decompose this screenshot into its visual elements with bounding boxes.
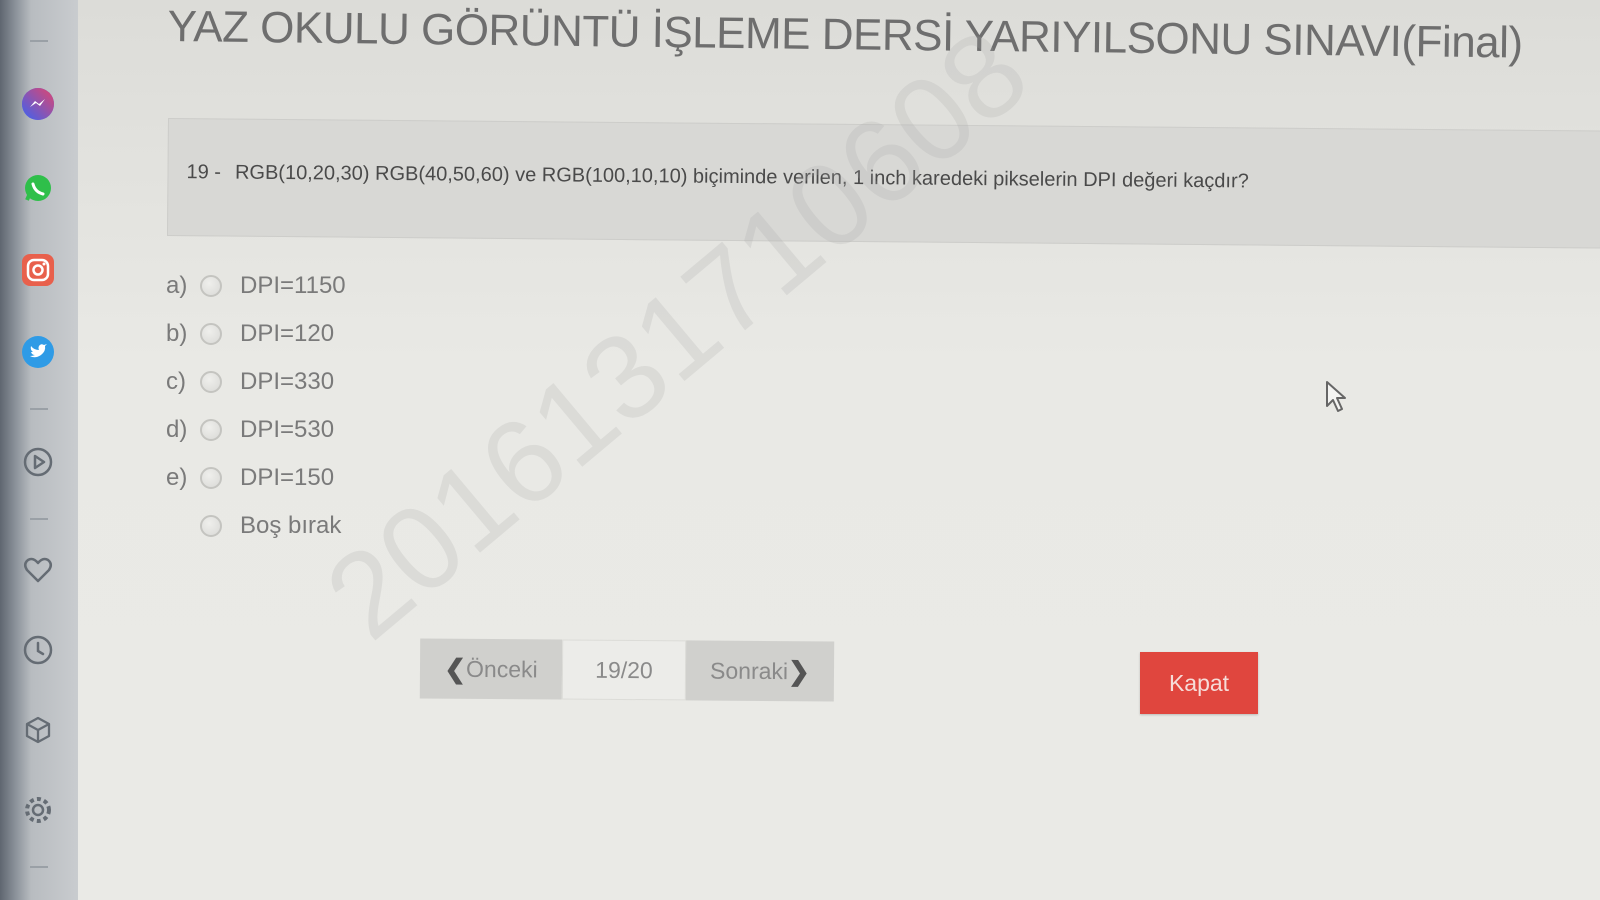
dock-separator xyxy=(30,408,48,410)
option-radio[interactable] xyxy=(200,419,222,441)
chevron-left-icon: ❮ xyxy=(444,653,467,684)
option-radio[interactable] xyxy=(200,323,222,345)
option-radio[interactable] xyxy=(200,275,222,297)
student-id-watermark: 2016131710608 xyxy=(301,3,1053,665)
twitter-icon[interactable] xyxy=(20,334,56,370)
previous-label: Önceki xyxy=(466,655,538,682)
cube-icon[interactable] xyxy=(20,712,56,748)
whatsapp-icon[interactable] xyxy=(20,170,56,206)
chevron-right-icon: ❯ xyxy=(787,655,810,686)
option-a[interactable]: a) DPI=1150 xyxy=(166,262,346,310)
option-leave-blank[interactable]: Boş bırak xyxy=(166,502,346,550)
option-radio[interactable] xyxy=(200,467,222,489)
question-text: RGB(10,20,30) RGB(40,50,60) ve RGB(100,1… xyxy=(234,161,1249,193)
option-radio[interactable] xyxy=(200,371,222,393)
option-label: DPI=530 xyxy=(240,416,335,443)
option-radio[interactable] xyxy=(200,515,222,537)
option-label: Boş bırak xyxy=(240,512,342,539)
play-icon[interactable] xyxy=(20,444,56,480)
settings-icon[interactable] xyxy=(20,792,56,828)
option-label: DPI=120 xyxy=(240,320,335,347)
option-letter: e) xyxy=(166,464,188,491)
question-number: 19 - xyxy=(186,161,222,184)
answer-options: a) DPI=1150 b) DPI=120 c) DPI=330 d) DPI… xyxy=(166,262,346,550)
exam-screen: YAZ OKULU GÖRÜNTÜ İŞLEME DERSİ YARIYILSO… xyxy=(0,0,1600,900)
page-indicator: 19/20 xyxy=(561,639,687,701)
next-button[interactable]: Sonraki ❯ xyxy=(685,640,835,702)
instagram-icon[interactable] xyxy=(20,252,56,288)
option-letter: d) xyxy=(166,416,188,443)
question-panel: 19 - RGB(10,20,30) RGB(40,50,60) ve RGB(1… xyxy=(166,118,1600,249)
option-label: DPI=150 xyxy=(240,464,335,491)
exam-title: YAZ OKULU GÖRÜNTÜ İŞLEME DERSİ YARIYILSO… xyxy=(167,2,1523,68)
close-button[interactable]: Kapat xyxy=(1140,652,1258,714)
next-label: Sonraki xyxy=(710,657,789,684)
clock-icon[interactable] xyxy=(20,632,56,668)
dock-separator xyxy=(30,518,48,520)
dock-separator xyxy=(30,866,48,868)
messenger-icon[interactable] xyxy=(20,86,56,122)
option-c[interactable]: c) DPI=330 xyxy=(166,358,346,406)
sidebar-dock xyxy=(0,0,78,900)
question-pager: ❮ Önceki 19/20 Sonraki ❯ xyxy=(419,638,835,702)
option-letter: c) xyxy=(166,368,186,395)
question-text-row: 19 - RGB(10,20,30) RGB(40,50,60) ve RGB(1… xyxy=(186,161,1248,193)
option-letter: a) xyxy=(166,272,188,299)
option-letter: b) xyxy=(166,320,188,347)
heart-icon[interactable] xyxy=(20,552,56,588)
option-b[interactable]: b) DPI=120 xyxy=(166,310,346,358)
previous-button[interactable]: ❮ Önceki xyxy=(419,638,563,700)
option-label: DPI=1150 xyxy=(240,272,346,299)
option-d[interactable]: d) DPI=530 xyxy=(166,406,346,454)
option-label: DPI=330 xyxy=(240,368,335,395)
dock-separator xyxy=(30,40,48,42)
mouse-cursor-icon xyxy=(1325,380,1351,419)
option-e[interactable]: e) DPI=150 xyxy=(166,454,346,502)
